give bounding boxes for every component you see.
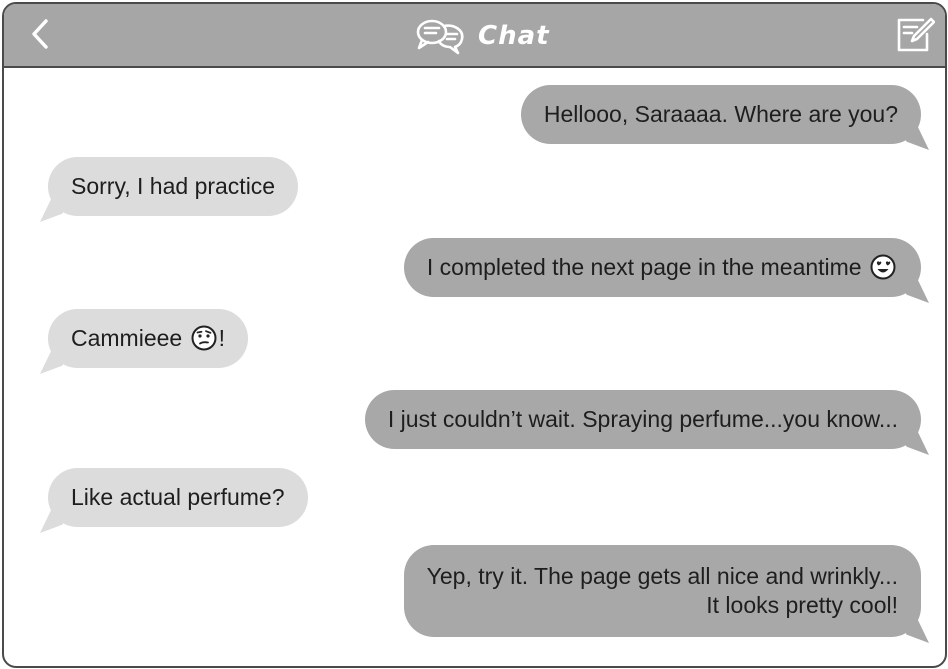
received-bubble: Like actual perfume? xyxy=(48,468,308,527)
message-text: I just couldn’t wait. Spraying perfume..… xyxy=(387,406,898,432)
message-sent: I completed the next page in the meantim… xyxy=(403,238,921,297)
message-sent: Hellooo, Saraaaa. Where are you? xyxy=(520,85,921,144)
message-received: Cammieee ! xyxy=(48,309,248,368)
message-text: I completed the next page in the meantim… xyxy=(426,254,862,280)
message-sent: Yep, try it. The page gets all nice and … xyxy=(403,545,921,637)
sent-bubble: I completed the next page in the meantim… xyxy=(403,238,921,297)
received-bubble: Sorry, I had practice xyxy=(48,157,299,216)
message-text: Hellooo, Saraaaa. Where are you? xyxy=(543,101,898,127)
message-received: Sorry, I had practice xyxy=(48,157,299,216)
message-text: Sorry, I had practice xyxy=(71,173,276,199)
sent-bubble: Yep, try it. The page gets all nice and … xyxy=(403,545,921,637)
message-text-line: Yep, try it. The page gets all nice and … xyxy=(426,563,898,589)
skeptical-face-emoji xyxy=(191,325,217,351)
sent-bubble: I just couldn’t wait. Spraying perfume..… xyxy=(364,390,921,449)
heart-eyes-emoji xyxy=(870,254,896,280)
sent-bubble: Hellooo, Saraaaa. Where are you? xyxy=(520,85,921,144)
chevron-left-icon[interactable] xyxy=(24,17,58,51)
chat-header: Chat xyxy=(4,4,945,68)
message-text-line: It looks pretty cool! xyxy=(706,592,898,618)
chat-bubbles-icon xyxy=(416,19,464,55)
message-text: Cammieee xyxy=(71,325,183,351)
message-text: Like actual perfume? xyxy=(71,484,285,510)
message-received: Like actual perfume? xyxy=(48,468,308,527)
header-title-group: Chat xyxy=(414,16,550,56)
message-suffix: ! xyxy=(218,325,225,351)
message-sent: I just couldn’t wait. Spraying perfume..… xyxy=(364,390,921,449)
received-bubble: Cammieee ! xyxy=(48,309,248,368)
compose-icon[interactable] xyxy=(895,16,935,54)
chat-window: Chat Hellooo, Saraaaa. Where are you? So… xyxy=(2,2,947,668)
page-title: Chat xyxy=(478,21,550,51)
